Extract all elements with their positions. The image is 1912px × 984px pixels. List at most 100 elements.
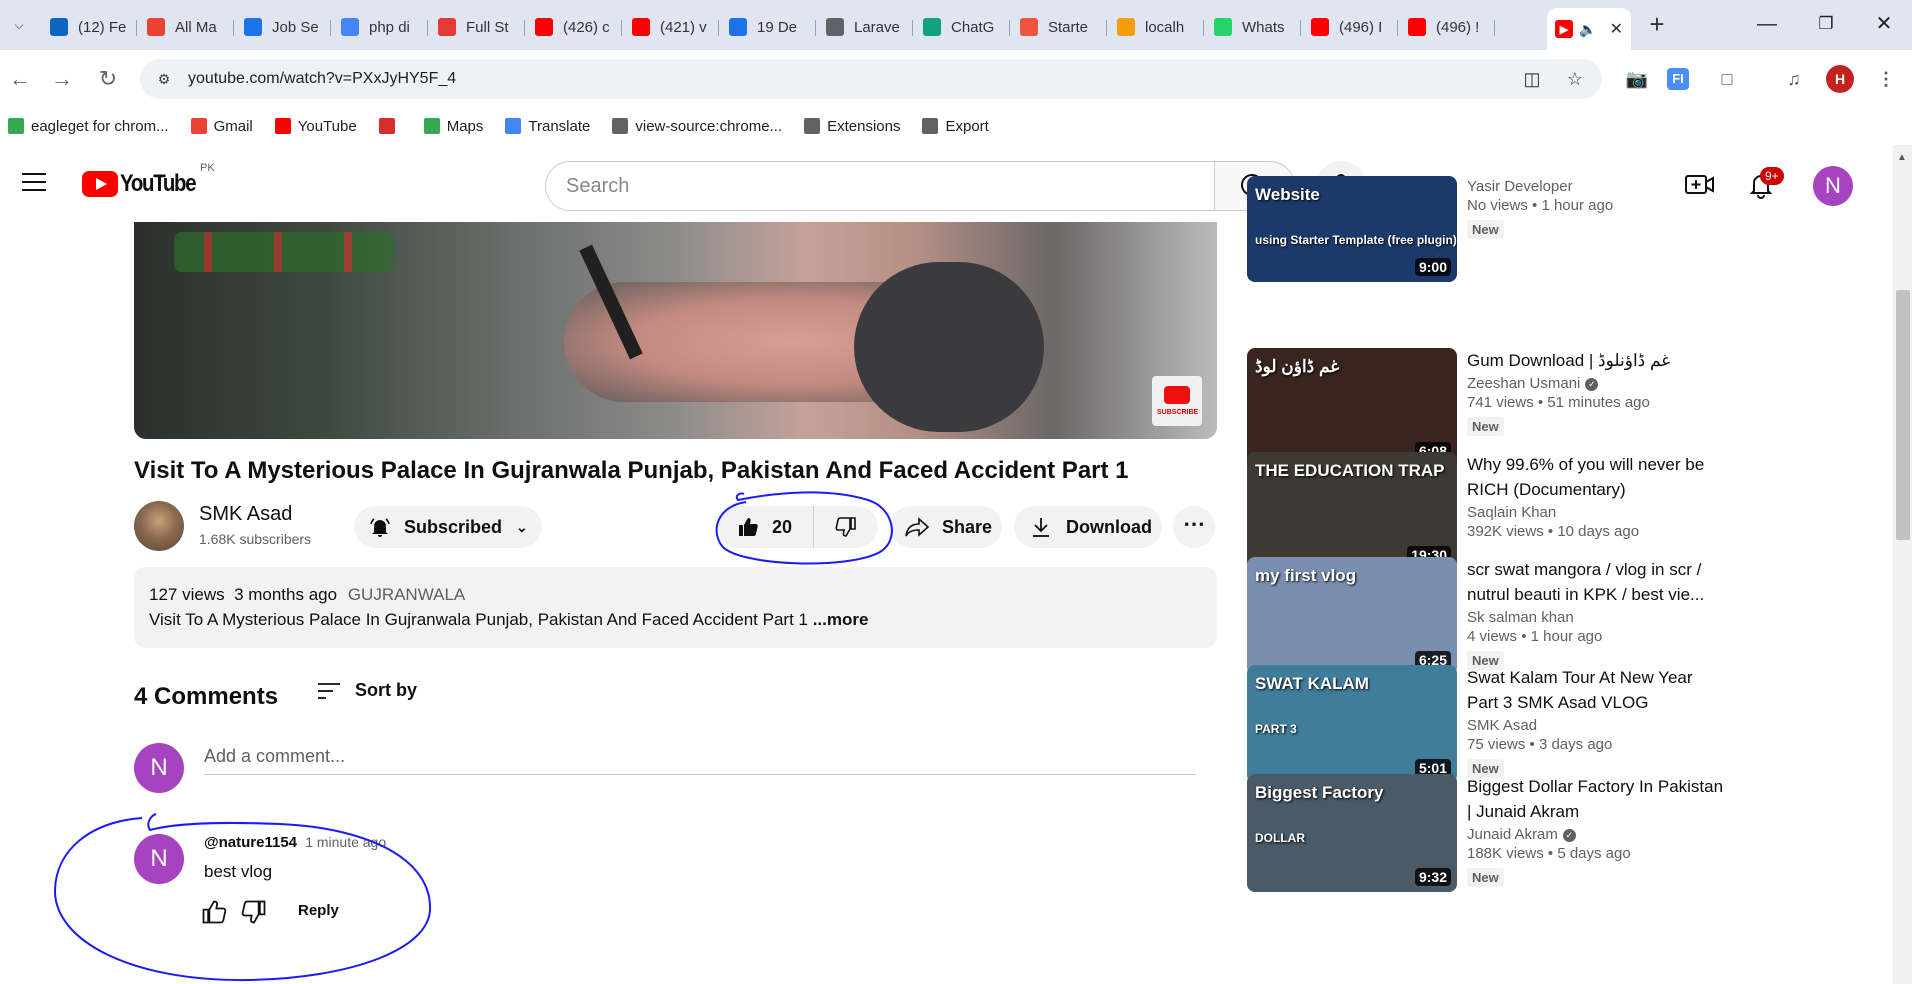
address-bar[interactable]: ⚙ youtube.com/watch?v=PXxJyHY5F_4 ◫ ☆ [140,59,1602,99]
extensions-puzzle-icon[interactable]: □ [1713,65,1741,93]
recommended-video[interactable]: my first vlog 6:25 scr swat mangora / vlog… [1247,557,1727,675]
extension-fi-icon[interactable]: FI [1667,68,1689,90]
tab-active-youtube[interactable]: ▶ 🔈 ✕ [1547,8,1631,50]
thumbs-up-icon [202,900,227,924]
bookmark-item[interactable]: eagleget for chrom... [8,118,169,135]
media-controls-icon[interactable]: ♫ [1780,65,1808,93]
bookmark-star-icon[interactable]: ☆ [1563,67,1587,91]
url-text[interactable]: youtube.com/watch?v=PXxJyHY5F_4 [188,70,456,88]
tab-2[interactable]: Job Se [234,10,331,44]
camera-icon[interactable]: 📷 [1623,65,1651,93]
bookmark-item[interactable]: view-source:chrome... [612,118,782,135]
recommended-title[interactable]: Gum Download | غم ڈاؤنلوڈ [1467,348,1727,373]
translate-icon [505,118,522,134]
tab-5[interactable]: (426) c [525,10,622,44]
recommended-video[interactable]: Website using Starter Template (free plug… [1247,176,1727,282]
search-input[interactable]: Search [545,161,1215,211]
recommended-channel[interactable]: Junaid Akram ✓ [1467,826,1576,843]
tab-3[interactable]: php di [331,10,428,44]
create-video-button[interactable] [1684,171,1716,199]
install-app-icon[interactable]: ◫ [1520,67,1544,91]
youtube-logo[interactable]: YouTube PK [82,162,215,198]
scroll-up-arrow-icon[interactable]: ▲ [1897,152,1907,163]
menu-kebab-icon[interactable]: ⋮ [1872,65,1900,93]
share-button[interactable]: Share [890,506,1002,548]
bookmark-item[interactable]: Maps [423,118,483,135]
recommended-channel[interactable]: Saqlain Khan [1467,504,1556,521]
video-thumbnail[interactable]: SWAT KALAM PART 3 5:01 [1247,665,1457,783]
speaker-icon[interactable]: 🔈 [1579,21,1596,38]
recommended-channel[interactable]: Zeeshan Usmani ✓ [1467,375,1599,392]
tab-10[interactable]: Starte [1010,10,1107,44]
recommended-video[interactable]: غم ڈاؤن لوڈ 6:08 Gum Download | غم ڈاؤنلوڈ… [1247,348,1727,466]
page-scrollbar[interactable] [1893,145,1912,984]
tab-4[interactable]: Full St [428,10,525,44]
bookmark-item[interactable]: Extensions [804,118,900,135]
tab-search-chevron-icon[interactable]: ⌵ [8,14,30,36]
scrollbar-thumb[interactable] [1896,290,1910,540]
comment-author[interactable]: @nature1154 [204,834,297,851]
recommended-video[interactable]: Biggest Factory DOLLAR 9:32 Biggest Dollar … [1247,774,1727,892]
recommended-title[interactable]: Why 99.6% of you will never be RICH (Doc… [1467,452,1727,502]
subscribed-button[interactable]: Subscribed ⌄ [354,506,542,548]
forward-button[interactable]: → [46,63,78,95]
bookmark-item[interactable]: Export [922,118,989,135]
subscribe-watermark-icon[interactable] [1152,376,1202,426]
video-player[interactable] [134,222,1217,439]
tab-12[interactable]: Whats [1204,10,1301,44]
hamburger-menu-icon[interactable] [22,173,46,193]
tab-14[interactable]: (496) ! [1398,10,1495,44]
comment-dislike-button[interactable] [240,898,268,926]
video-thumbnail[interactable]: THE EDUCATION TRAP 19:30 [1247,452,1457,570]
channel-avatar[interactable] [134,501,184,551]
description-box[interactable]: 127 views 3 months ago GUJRANWALA Visit … [134,567,1217,648]
close-tab-icon[interactable]: ✕ [1610,19,1623,39]
tab-9[interactable]: ChatG [913,10,1010,44]
add-comment-input[interactable]: Add a comment... [204,743,1196,775]
more-actions-button[interactable]: ⋯ [1173,506,1215,548]
restore-button[interactable]: ❐ [1806,8,1846,40]
video-thumbnail[interactable]: Website using Starter Template (free plug… [1247,176,1457,282]
comment-like-button[interactable] [200,898,228,926]
reload-button[interactable]: ↻ [92,63,124,95]
like-button[interactable]: 20 [718,506,814,548]
tab-8[interactable]: Larave [816,10,913,44]
recommended-channel[interactable]: SMK Asad [1467,717,1537,734]
download-button[interactable]: Download [1014,506,1162,548]
recommended-video[interactable]: THE EDUCATION TRAP 19:30 Why 99.6% of you … [1247,452,1727,570]
minimize-button[interactable]: — [1747,8,1787,40]
bookmark-item[interactable]: YouTube [274,118,357,135]
bookmark-item[interactable]: Translate [505,118,590,135]
site-info-icon[interactable]: ⚙ [152,67,176,91]
recommended-title[interactable]: Biggest Dollar Factory In Pakistan | Jun… [1467,774,1727,824]
more-link[interactable]: ...more [813,610,869,629]
recommended-title[interactable]: Swat Kalam Tour At New Year Part 3 SMK A… [1467,665,1727,715]
tab-11[interactable]: localh [1107,10,1204,44]
profile-avatar[interactable]: H [1826,65,1854,93]
account-avatar[interactable]: N [1813,166,1853,206]
commenter-avatar[interactable]: N [134,834,184,884]
location-tag[interactable]: GUJRANWALA [348,585,465,604]
close-window-button[interactable]: ✕ [1864,8,1904,40]
recommended-channel[interactable]: Yasir Developer [1467,178,1573,195]
channel-name[interactable]: SMK Asad [199,503,292,526]
reply-button[interactable]: Reply [298,902,339,919]
sort-by-button[interactable]: Sort by [317,680,417,701]
bookmark-item[interactable] [378,118,402,134]
recommended-title[interactable]: scr swat mangora / vlog in scr / nutrul … [1467,557,1727,607]
video-thumbnail[interactable]: my first vlog 6:25 [1247,557,1457,675]
tab-13[interactable]: (496) I [1301,10,1398,44]
tab-1[interactable]: All Ma [137,10,234,44]
tab-0[interactable]: (12) Fe [40,10,137,44]
dislike-button[interactable] [814,506,878,548]
video-thumbnail[interactable]: غم ڈاؤن لوڈ 6:08 [1247,348,1457,466]
tab-6[interactable]: (421) v [622,10,719,44]
bookmark-item[interactable]: Gmail [190,118,253,135]
recommended-video[interactable]: SWAT KALAM PART 3 5:01 Swat Kalam Tour At N… [1247,665,1727,783]
video-thumbnail[interactable]: Biggest Factory DOLLAR 9:32 [1247,774,1457,892]
comment-time[interactable]: 1 minute ago [305,834,386,850]
back-button[interactable]: ← [4,63,36,95]
tab-7[interactable]: 19 De [719,10,816,44]
new-tab-button[interactable]: + [1643,10,1671,38]
recommended-channel[interactable]: Sk salman khan [1467,609,1574,626]
